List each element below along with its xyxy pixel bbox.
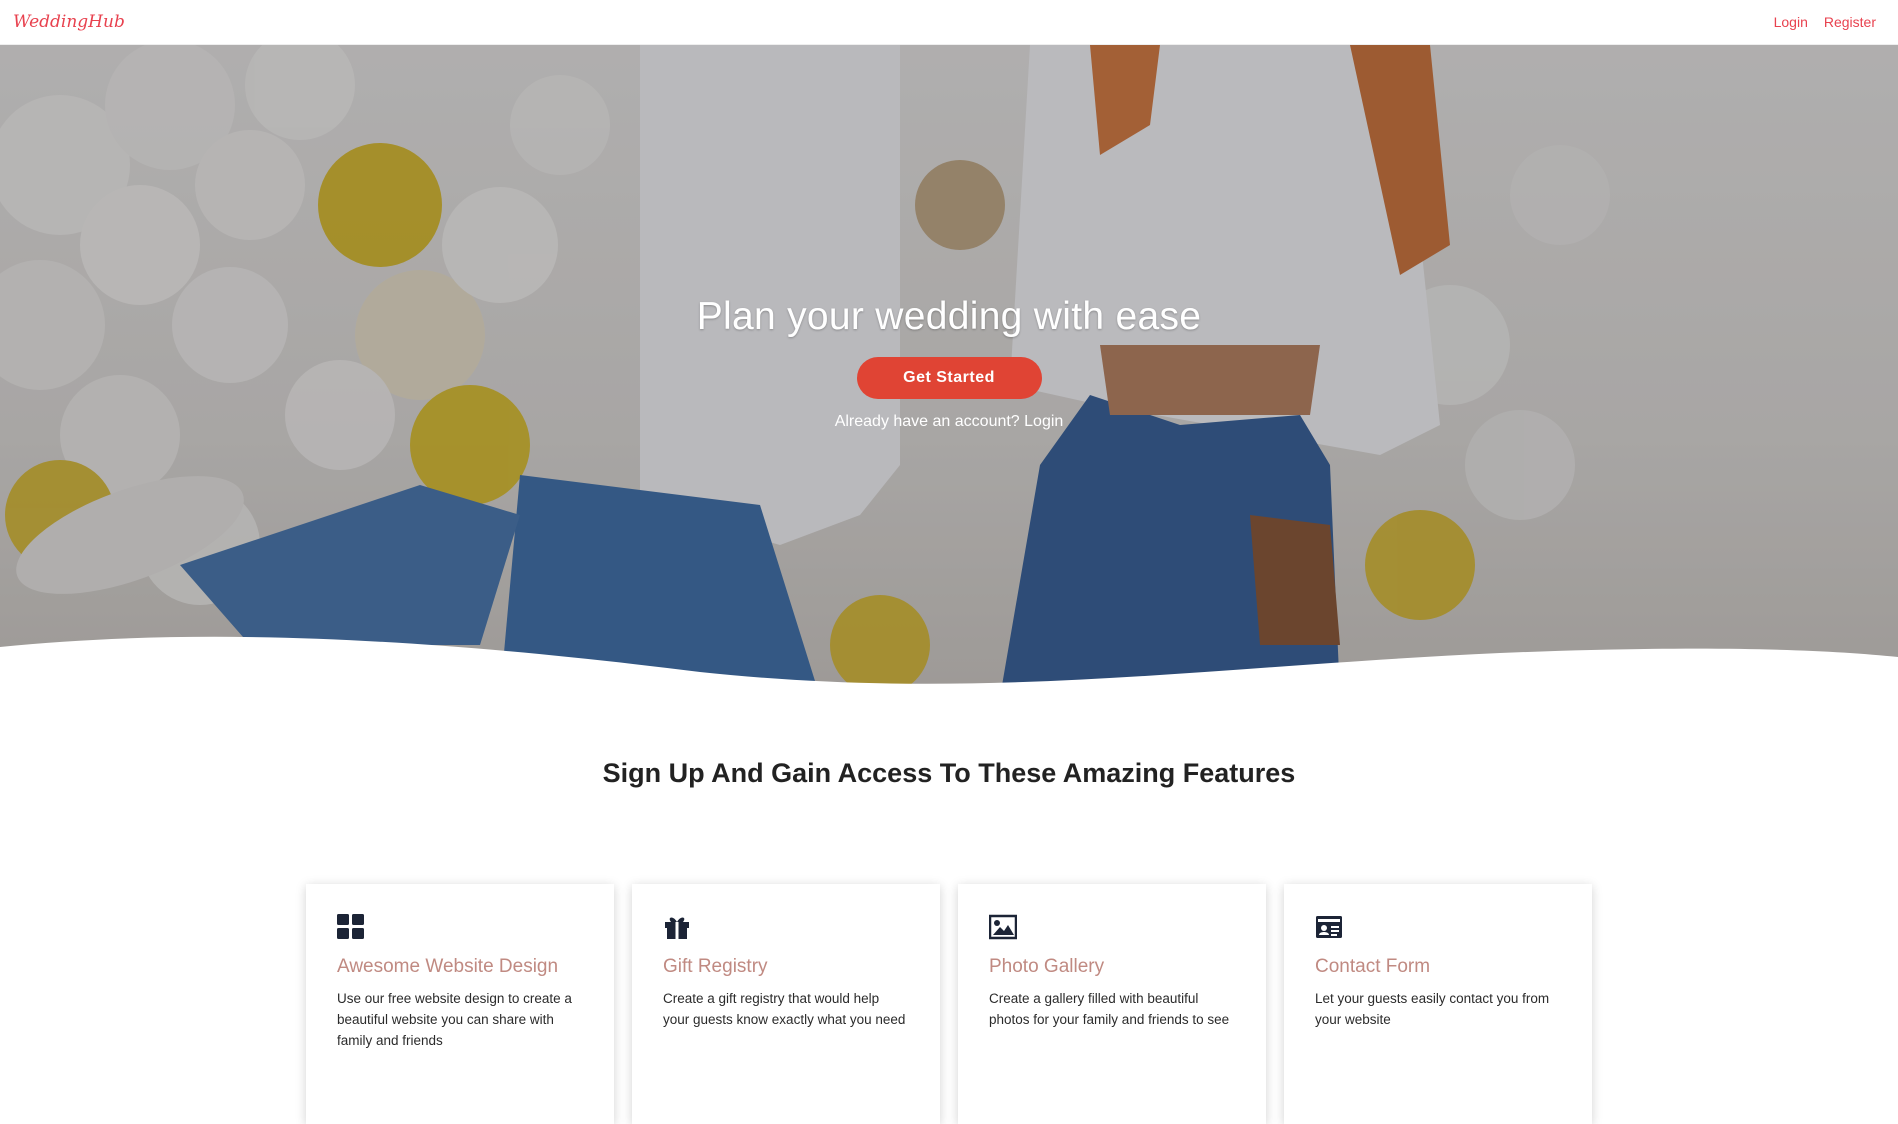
image-icon [989,914,1017,940]
feature-card-photo-gallery: Photo Gallery Create a gallery filled wi… [958,884,1266,1124]
brand-logo-link[interactable]: WeddingHub [13,12,125,32]
card-text: Create a gift registry that would help y… [663,991,906,1027]
hero-section: Plan your wedding with ease Get Started … [0,45,1898,697]
hero-login-prompt: Already have an account? Login [0,413,1898,431]
feature-card-gift-registry: Gift Registry Create a gift registry tha… [632,884,940,1124]
navbar: WeddingHub Login Register [0,0,1898,45]
card-title: Gift Registry [663,956,768,977]
hero-title: Plan your wedding with ease [696,295,1202,338]
hero-content: Plan your wedding with ease Get Started … [0,45,1898,431]
grid-icon [337,914,364,939]
card-text: Create a gallery filled with beautiful p… [989,991,1230,1027]
feature-card-contact-form: Contact Form Let your guests easily cont… [1284,884,1592,1124]
get-started-button[interactable]: Get Started [856,357,1042,399]
gift-icon [665,917,689,939]
card-title: Contact Form [1315,956,1431,977]
card-text: Use our free website design to create a … [337,991,572,1048]
nav-login-link[interactable]: Login [1774,14,1808,30]
hero-login-link[interactable]: Login [1024,413,1063,430]
nav-links: Login Register [1774,14,1876,30]
card-text: Let your guests easily contact you from … [1315,991,1550,1027]
hero-wave-divider [0,636,1898,697]
card-title: Awesome Website Design [337,956,559,977]
features-title: Sign Up And Gain Access To These Amazing… [602,758,1296,788]
feature-card-website-design: Awesome Website Design Use our free webs… [306,884,614,1124]
feature-cards: Awesome Website Design Use our free webs… [306,884,1592,1124]
hero-login-prefix: Already have an account? [834,413,1020,430]
nav-register-link[interactable]: Register [1824,14,1876,30]
id-card-icon [1316,916,1342,938]
card-title: Photo Gallery [989,956,1105,977]
